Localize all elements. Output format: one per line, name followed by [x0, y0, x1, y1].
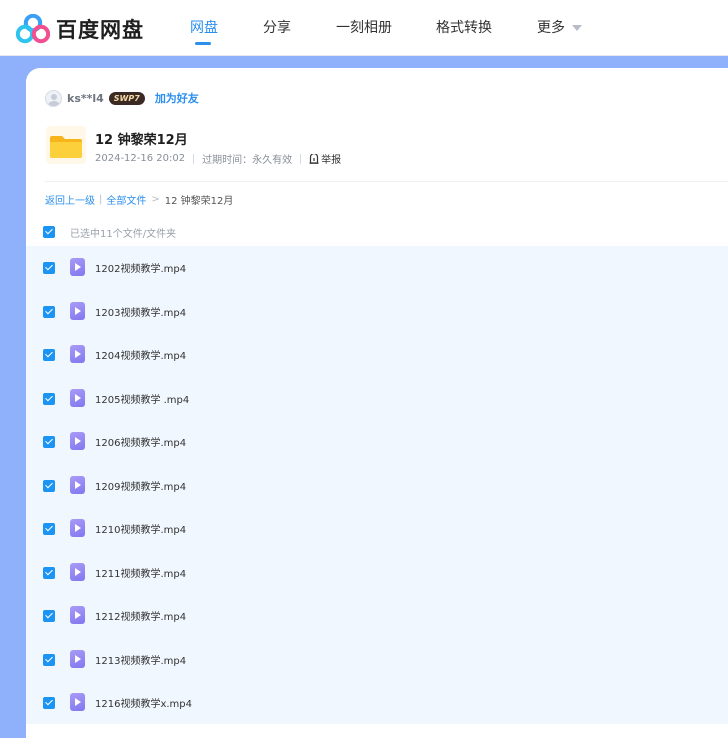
- file-list: 1202视频教学.mp4 1203视频教学.mp4 1204视频教学.mp4 1…: [26, 246, 728, 724]
- list-item[interactable]: 1209视频教学.mp4: [26, 464, 728, 508]
- video-file-icon: [70, 519, 85, 537]
- video-file-icon: [70, 258, 85, 276]
- file-name[interactable]: 1202视频教学.mp4: [95, 260, 186, 275]
- logo[interactable]: 百度网盘: [16, 14, 144, 44]
- file-name[interactable]: 1209视频教学.mp4: [95, 478, 186, 493]
- breadcrumb-divider: |: [99, 194, 103, 205]
- report-label: 举报: [321, 155, 342, 166]
- video-file-icon: [70, 475, 85, 494]
- breadcrumb-chevron-icon: >: [151, 194, 160, 205]
- list-item[interactable]: 1212视频教学.mp4: [26, 594, 728, 638]
- list-item[interactable]: 1202视频教学.mp4: [26, 246, 728, 290]
- shared-folder-header: 12 钟黎荣12月 2024-12-16 20:02 过期时间：永久有效 举报: [46, 124, 728, 182]
- select-all-row: 已选中11个文件/文件夹: [43, 225, 177, 240]
- nav-share[interactable]: 分享: [263, 17, 291, 37]
- video-file-icon: [70, 388, 85, 407]
- file-checkbox[interactable]: [43, 349, 55, 361]
- file-name[interactable]: 1206视频教学.mp4: [95, 434, 186, 449]
- avatar[interactable]: [45, 89, 62, 107]
- list-item[interactable]: 1210视频教学.mp4: [26, 507, 728, 551]
- list-item[interactable]: 1213视频教学.mp4: [26, 638, 728, 682]
- nav-format-convert[interactable]: 格式转换: [436, 17, 492, 37]
- file-checkbox[interactable]: [43, 479, 55, 492]
- video-file-icon: [70, 301, 85, 320]
- file-checkbox[interactable]: [43, 436, 55, 448]
- file-name[interactable]: 1210视频教学.mp4: [95, 521, 186, 536]
- logo-text: 百度网盘: [56, 18, 144, 42]
- sharer-name[interactable]: ks**l4: [67, 92, 104, 105]
- list-item[interactable]: 1216视频教学x.mp4: [26, 681, 728, 725]
- list-item[interactable]: 1211视频教学.mp4: [26, 551, 728, 595]
- share-meta: 2024-12-16 20:02 过期时间：永久有效 举报: [95, 151, 341, 166]
- baidu-netdisk-logo-icon: [16, 14, 50, 44]
- folder-title: 12 钟黎荣12月: [95, 133, 188, 148]
- video-file-icon: [70, 606, 85, 624]
- file-checkbox[interactable]: [43, 262, 55, 274]
- file-checkbox[interactable]: [43, 392, 55, 405]
- video-file-icon: [70, 562, 85, 581]
- expiry-text: 过期时间：永久有效: [202, 155, 293, 166]
- breadcrumb-all-files[interactable]: 全部文件: [106, 192, 146, 207]
- file-name[interactable]: 1211视频教学.mp4: [95, 565, 186, 580]
- breadcrumb-current: 12 钟黎荣12月: [164, 196, 234, 207]
- nav-more-label: 更多: [537, 20, 565, 36]
- video-file-icon: [70, 693, 85, 711]
- file-checkbox[interactable]: [43, 523, 55, 535]
- breadcrumb: 返回上一级 | 全部文件 > 12 钟黎荣12月: [45, 192, 233, 207]
- list-item[interactable]: 1204视频教学.mp4: [26, 333, 728, 377]
- breadcrumb-back[interactable]: 返回上一级: [45, 192, 95, 207]
- selection-summary: 已选中11个文件/文件夹: [70, 228, 177, 240]
- file-name[interactable]: 1204视频教学.mp4: [95, 347, 186, 362]
- select-all-checkbox[interactable]: [43, 226, 55, 238]
- add-friend-link[interactable]: 加为好友: [155, 90, 199, 106]
- nav-active-indicator: [195, 42, 211, 45]
- video-file-icon: [70, 649, 85, 668]
- file-name[interactable]: 1205视频教学 .mp4: [95, 391, 189, 406]
- file-checkbox[interactable]: [43, 697, 55, 709]
- vip-badge: SWP7: [108, 91, 145, 105]
- sharer-info: ks**l4 SWP7 加为好友: [45, 89, 199, 107]
- divider: [45, 181, 728, 182]
- chevron-down-icon: [572, 25, 582, 31]
- file-name[interactable]: 1213视频教学.mp4: [95, 652, 186, 667]
- file-name[interactable]: 1216视频教学x.mp4: [95, 695, 192, 710]
- video-file-icon: [70, 432, 85, 450]
- file-checkbox[interactable]: [43, 653, 55, 666]
- share-card: ks**l4 SWP7 加为好友 12 钟黎荣12月 2024-12-16 20…: [26, 68, 728, 738]
- top-navigation-bar: 百度网盘 网盘 分享 一刻相册 格式转换 更多: [0, 0, 728, 56]
- list-item[interactable]: 1203视频教学.mp4: [26, 290, 728, 334]
- nav-album[interactable]: 一刻相册: [336, 17, 392, 37]
- report-button[interactable]: 举报: [309, 151, 341, 166]
- nav-more[interactable]: 更多: [537, 17, 582, 37]
- file-name[interactable]: 1212视频教学.mp4: [95, 608, 186, 623]
- video-file-icon: [70, 345, 85, 363]
- file-name[interactable]: 1203视频教学.mp4: [95, 304, 186, 319]
- nav-netdisk[interactable]: 网盘: [190, 17, 218, 37]
- list-item[interactable]: 1206视频教学.mp4: [26, 420, 728, 464]
- report-flag-icon: [309, 153, 319, 164]
- meta-separator: [300, 153, 302, 164]
- meta-separator: [193, 153, 195, 164]
- folder-icon: [46, 126, 86, 164]
- file-checkbox[interactable]: [43, 305, 55, 318]
- list-item[interactable]: 1205视频教学 .mp4: [26, 377, 728, 421]
- file-checkbox[interactable]: [43, 566, 55, 579]
- file-checkbox[interactable]: [43, 610, 55, 622]
- share-date: 2024-12-16 20:02: [95, 153, 186, 164]
